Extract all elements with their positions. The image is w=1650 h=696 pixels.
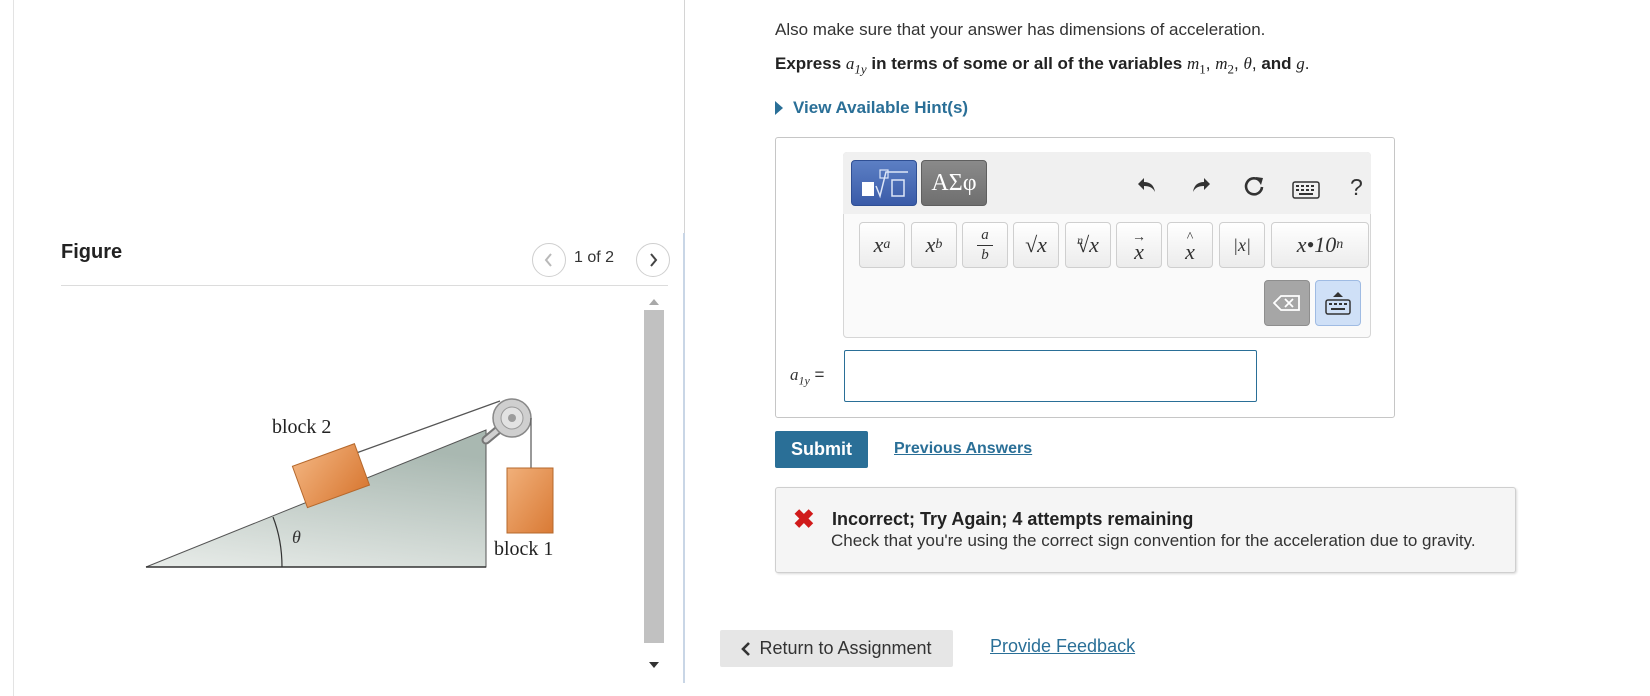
templates-mode-button[interactable] <box>851 160 917 206</box>
return-label: Return to Assignment <box>759 638 932 658</box>
vector-symbol: x <box>1134 239 1144 264</box>
next-figure-button[interactable] <box>636 243 670 277</box>
feedback-message: Check that you're using the correct sign… <box>831 531 1476 550</box>
previous-answers-link[interactable]: Previous Answers <box>894 440 1032 458</box>
figure-title: Figure <box>61 241 123 263</box>
sci-base: x•10 <box>1296 232 1337 257</box>
backspace-key[interactable] <box>1264 280 1310 326</box>
superscript-exp: a <box>883 237 891 252</box>
comma-2: , <box>1234 54 1239 73</box>
subscript-sub: b <box>935 237 943 252</box>
comma-1: , <box>1205 54 1211 73</box>
left-border <box>13 0 14 696</box>
answer-label-eq: = <box>809 365 825 384</box>
prev-figure-button[interactable] <box>532 243 566 277</box>
feedback-title: Incorrect; Try Again; 4 attempts remaini… <box>832 509 1194 529</box>
express-and: and <box>1261 54 1292 73</box>
nth-root-body: √x <box>1077 232 1099 257</box>
return-to-assignment-button[interactable]: Return to Assignment <box>720 630 953 667</box>
var-theta: θ <box>1243 54 1252 73</box>
reset-button[interactable] <box>1242 174 1266 205</box>
view-hints-label: View Available Hint(s) <box>793 98 969 117</box>
scroll-up-icon[interactable] <box>648 298 660 306</box>
fraction-numerator: a <box>981 226 989 243</box>
keyboard-icon <box>1292 181 1320 199</box>
undo-button[interactable] <box>1136 174 1158 202</box>
x-mark-icon: ✖ <box>793 504 815 534</box>
scientific-notation-key[interactable]: x•10 n <box>1271 222 1369 268</box>
subscript-key[interactable]: xb <box>911 222 957 268</box>
chevron-left-icon <box>544 253 552 267</box>
vector-key[interactable]: → x <box>1116 222 1162 268</box>
var-g: g <box>1296 54 1305 73</box>
instruction-text: Also make sure that your answer has dime… <box>775 20 1266 39</box>
express-instruction: Express a1y in terms of some or all of t… <box>775 54 1310 77</box>
var-a-sub: 1y <box>854 61 867 77</box>
view-hints-toggle[interactable]: View Available Hint(s) <box>775 98 968 118</box>
provide-feedback-link[interactable]: Provide Feedback <box>990 636 1135 657</box>
answer-input[interactable] <box>844 350 1257 402</box>
sci-exp: n <box>1336 237 1344 252</box>
block-1 <box>506 467 554 534</box>
figure-page-indicator: 1 of 2 <box>574 249 615 266</box>
redo-button[interactable] <box>1190 174 1212 202</box>
chevron-right-icon <box>650 253 658 267</box>
help-button[interactable]: ? <box>1350 174 1363 201</box>
undo-icon <box>1138 178 1155 192</box>
superscript-key[interactable]: xa <box>859 222 905 268</box>
block1-label: block 1 <box>494 538 553 560</box>
superscript-base: x <box>873 232 884 257</box>
symbols-mode-button[interactable]: ΑΣφ <box>921 160 987 206</box>
chevron-left-icon <box>741 641 751 656</box>
unit-vector-symbol: x <box>1185 239 1195 264</box>
figure-scrollbar-thumb[interactable] <box>644 310 664 643</box>
block2-label: block 2 <box>272 416 331 438</box>
toggle-keyboard-key[interactable] <box>1315 280 1361 326</box>
fraction-bar <box>977 244 993 246</box>
backspace-icon <box>1273 295 1300 311</box>
redo-icon <box>1193 178 1210 192</box>
panel-divider-accent <box>683 233 685 683</box>
express-prefix: Express <box>775 54 842 73</box>
unit-vector-key[interactable]: ^ x <box>1167 222 1213 268</box>
var-m2: m <box>1215 54 1228 73</box>
templates-icon <box>862 169 908 199</box>
keyboard-toggle-icon <box>1325 292 1351 315</box>
subscript-base: x <box>925 232 936 257</box>
nth-root-key[interactable]: n √x <box>1065 222 1111 268</box>
reset-icon <box>1244 177 1264 196</box>
keyboard-shortcuts-button[interactable] <box>1292 178 1320 206</box>
fraction-denominator: b <box>981 246 989 263</box>
fraction-key[interactable]: a b <box>962 222 1008 268</box>
answer-label-var: a <box>790 365 799 384</box>
caret-right-icon <box>775 101 783 115</box>
angle-label: θ <box>292 527 301 547</box>
answer-label-sub: 1y <box>798 373 810 388</box>
var-m1: m <box>1186 54 1200 73</box>
submit-button[interactable]: Submit <box>775 431 868 468</box>
scroll-down-icon[interactable] <box>648 661 660 669</box>
answer-label: a1y = <box>790 365 824 388</box>
pulley-hub <box>508 414 516 422</box>
express-middle: in terms of some or all of the variables <box>871 54 1183 73</box>
comma-3: , <box>1251 54 1257 73</box>
feedback-panel <box>775 487 1516 573</box>
period: . <box>1304 54 1310 73</box>
sqrt-key[interactable]: √x <box>1013 222 1059 268</box>
figure-divider <box>61 285 668 286</box>
incline-figure: θ block 2 block 1 <box>145 398 554 568</box>
absolute-value-key[interactable]: |x| <box>1219 222 1265 268</box>
